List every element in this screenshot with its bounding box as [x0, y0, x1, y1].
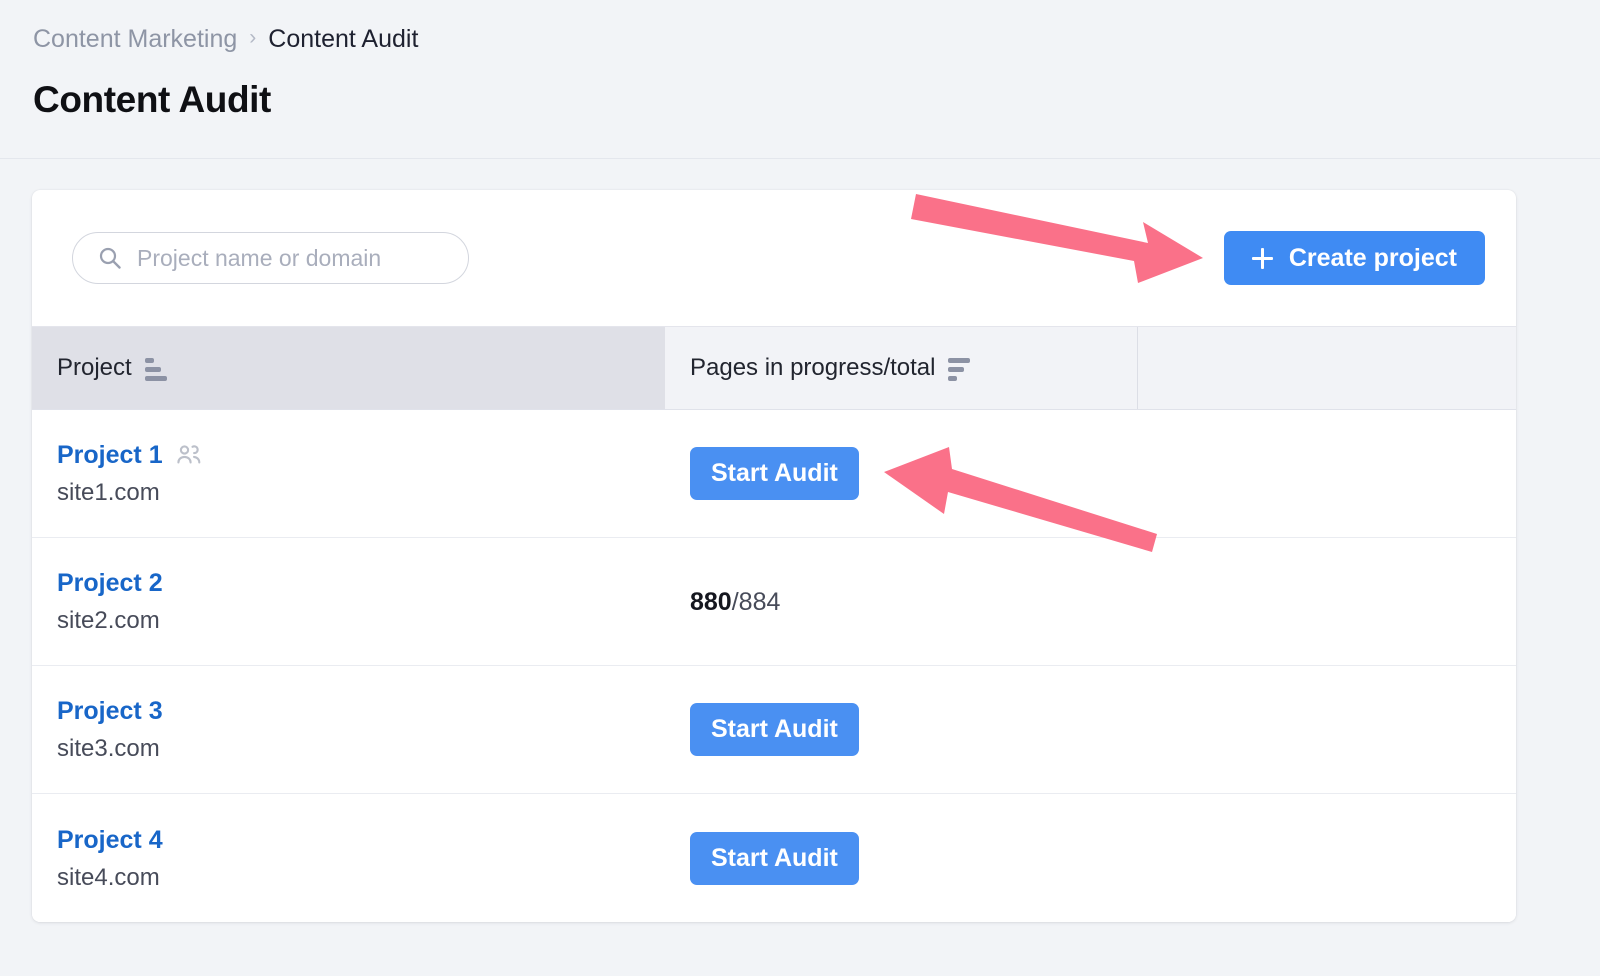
content-audit-page: Content Marketing › Content Audit Conten… [0, 0, 1600, 976]
table-row: Project 2 site2.com 880/884 [32, 538, 1516, 666]
project-cell: Project 4 site4.com [32, 824, 665, 893]
start-audit-label: Start Audit [711, 459, 838, 487]
project-cell: Project 1 site1.com [32, 439, 665, 508]
project-link[interactable]: Project 4 [57, 824, 163, 856]
project-domain: site3.com [57, 735, 160, 762]
start-audit-label: Start Audit [711, 715, 838, 743]
start-audit-button[interactable]: Start Audit [690, 831, 859, 885]
project-link[interactable]: Project 3 [57, 695, 163, 727]
table-header-row: Project Pages in progress/total [32, 326, 1516, 410]
sort-ascending-icon[interactable] [144, 357, 167, 381]
column-header-pages[interactable]: Pages in progress/total [665, 327, 1138, 409]
pages-cell: Start Audit [665, 447, 1138, 500]
pages-cell: 880/884 [665, 586, 1138, 618]
projects-table: Project Pages in progress/total Project … [32, 326, 1516, 922]
project-domain: site2.com [57, 607, 160, 634]
plus-icon [1251, 247, 1273, 269]
breadcrumb: Content Marketing › Content Audit [33, 22, 1600, 56]
sort-descending-icon[interactable] [948, 357, 971, 381]
create-project-label: Create project [1288, 243, 1457, 272]
column-header-pages-label: Pages in progress/total [690, 354, 936, 381]
start-audit-button[interactable]: Start Audit [690, 447, 859, 500]
column-header-actions [1138, 327, 1516, 409]
projects-card: Create project Project Pages in progress… [32, 190, 1516, 922]
search-box [72, 232, 469, 284]
project-cell: Project 2 site2.com [32, 567, 665, 636]
start-audit-label: Start Audit [711, 843, 838, 872]
project-link[interactable]: Project 2 [57, 567, 163, 599]
pages-cell: Start Audit [665, 703, 1138, 756]
card-toolbar: Create project [32, 190, 1516, 326]
pages-cell: Start Audit [665, 831, 1138, 885]
shared-users-icon [176, 445, 200, 464]
pages-progress-value: 880/884 [690, 586, 780, 618]
page-header: Content Marketing › Content Audit Conten… [0, 0, 1600, 159]
project-name-row: Project 1 [57, 439, 665, 471]
pages-done: 880 [690, 587, 732, 616]
project-cell: Project 3 site3.com [32, 695, 665, 764]
table-row: Project 4 site4.com Start Audit [32, 794, 1516, 922]
breadcrumb-item-content-audit: Content Audit [268, 25, 419, 53]
column-header-project[interactable]: Project [32, 327, 665, 409]
project-link[interactable]: Project 1 [57, 439, 163, 471]
column-header-project-label: Project [57, 354, 132, 381]
project-name-row: Project 3 [57, 695, 665, 727]
project-name-row: Project 4 [57, 824, 665, 856]
search-input[interactable] [72, 232, 469, 284]
chevron-right-icon: › [249, 26, 257, 49]
project-domain: site4.com [57, 863, 160, 891]
page-title: Content Audit [33, 79, 271, 120]
breadcrumb-item-content-marketing[interactable]: Content Marketing [33, 23, 237, 55]
project-domain: site1.com [57, 479, 160, 506]
create-project-button[interactable]: Create project [1223, 231, 1485, 285]
table-row: Project 3 site3.com Start Audit [32, 666, 1516, 794]
pages-total: /884 [731, 587, 781, 616]
start-audit-button[interactable]: Start Audit [690, 703, 859, 756]
table-row: Project 1 site1.com Start Audit [32, 410, 1516, 538]
project-name-row: Project 2 [57, 567, 665, 599]
